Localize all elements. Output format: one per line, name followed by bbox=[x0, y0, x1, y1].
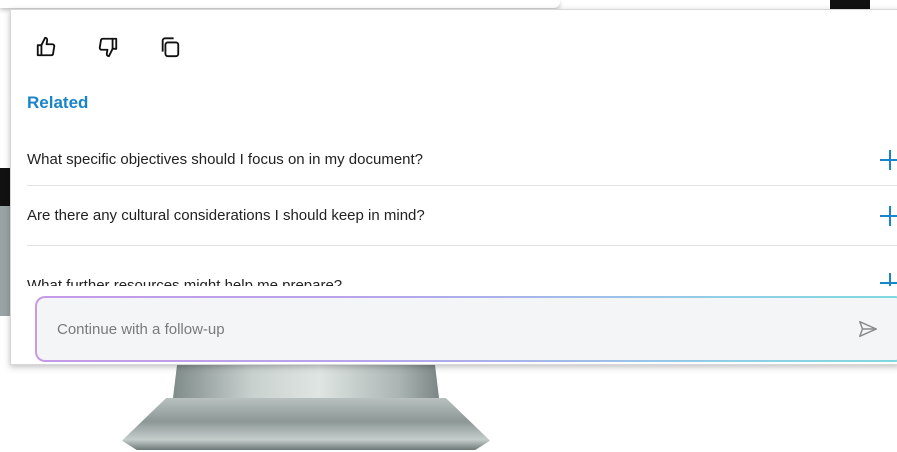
related-question-item[interactable]: Are there any cultural considerations I … bbox=[27, 186, 897, 246]
monitor-stand-base bbox=[122, 398, 490, 450]
related-question-item[interactable]: What further resources might help me pre… bbox=[27, 246, 897, 286]
followup-inner bbox=[37, 298, 897, 360]
send-button[interactable] bbox=[855, 316, 881, 342]
plus-icon[interactable] bbox=[879, 205, 897, 227]
related-heading: Related bbox=[27, 93, 89, 112]
related-question-item[interactable]: What specific objectives should I focus … bbox=[27, 134, 897, 186]
top-card-edge bbox=[0, 0, 560, 8]
send-icon bbox=[859, 320, 877, 338]
plus-icon[interactable] bbox=[879, 272, 897, 286]
related-question-text: What specific objectives should I focus … bbox=[27, 151, 424, 168]
copy-icon[interactable] bbox=[157, 34, 183, 60]
feedback-toolbar bbox=[33, 34, 183, 60]
related-question-text: Are there any cultural considerations I … bbox=[27, 207, 425, 224]
followup-input[interactable] bbox=[55, 319, 855, 339]
answer-panel: Related What specific objectives should … bbox=[10, 9, 897, 365]
thumbs-up-icon[interactable] bbox=[33, 34, 59, 60]
thumbs-down-icon[interactable] bbox=[95, 34, 121, 60]
related-questions-list: What specific objectives should I focus … bbox=[27, 134, 897, 286]
followup-box bbox=[35, 296, 897, 362]
plus-icon[interactable] bbox=[879, 149, 897, 171]
related-question-text: What further resources might help me pre… bbox=[27, 277, 343, 286]
